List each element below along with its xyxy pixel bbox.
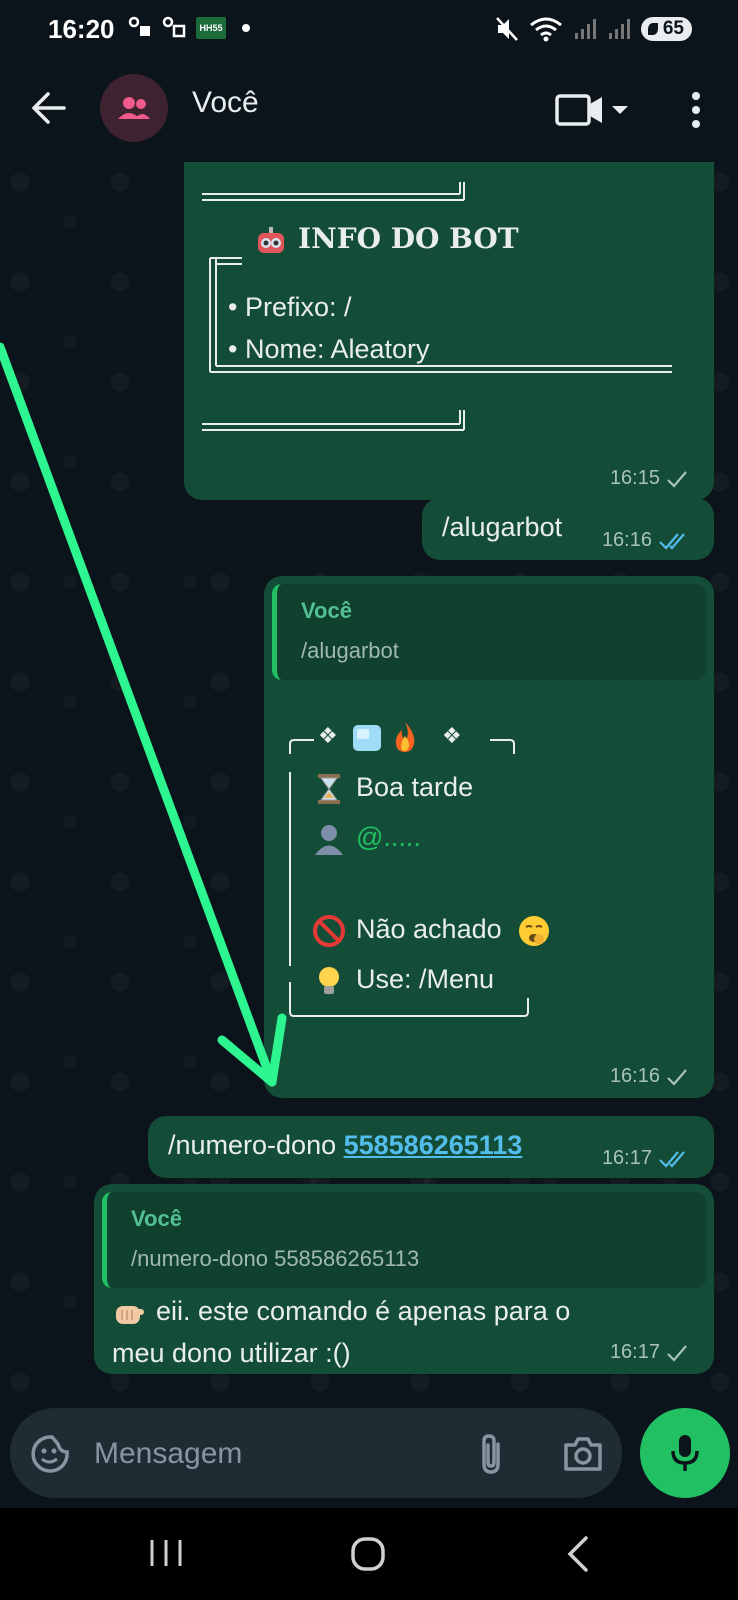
chat-title[interactable]: Você bbox=[192, 86, 259, 120]
microphone-icon bbox=[671, 1435, 699, 1471]
wifi-icon bbox=[529, 17, 562, 42]
message-input[interactable] bbox=[92, 1428, 436, 1480]
sticker-emoji-icon[interactable] bbox=[30, 1434, 70, 1474]
home-icon[interactable] bbox=[350, 1536, 386, 1572]
status-bar: 16:20 HH55 65 bbox=[0, 0, 738, 64]
link-icon bbox=[162, 16, 186, 38]
paperclip-icon[interactable] bbox=[476, 1432, 506, 1476]
annotation-arrow bbox=[0, 342, 287, 1087]
battery-indicator: 65 bbox=[640, 17, 692, 41]
chat-area[interactable]: INFO DO BOT • Prefixo: / • Nome: Aleator… bbox=[0, 162, 738, 1410]
back-arrow-icon[interactable] bbox=[28, 88, 68, 128]
signal-icon bbox=[608, 19, 630, 39]
system-nav-bar bbox=[0, 1508, 738, 1600]
link-icon bbox=[128, 16, 150, 36]
recent-apps-icon[interactable] bbox=[148, 1538, 184, 1568]
message-composer bbox=[10, 1408, 622, 1498]
mic-button[interactable] bbox=[640, 1408, 730, 1498]
notification-dot-icon bbox=[242, 24, 250, 32]
app-badge-icon: HH55 bbox=[196, 17, 226, 39]
mute-icon bbox=[495, 17, 518, 41]
nav-back-icon[interactable] bbox=[562, 1534, 592, 1574]
battery-level: 65 bbox=[662, 18, 684, 39]
status-time: 16:20 bbox=[48, 14, 115, 44]
more-options-icon[interactable] bbox=[676, 88, 716, 132]
group-icon bbox=[118, 97, 150, 119]
chat-header: Você bbox=[0, 64, 738, 162]
video-call-icon[interactable] bbox=[554, 90, 634, 130]
avatar[interactable] bbox=[100, 74, 168, 142]
signal-icon bbox=[574, 19, 596, 39]
camera-icon[interactable] bbox=[562, 1434, 604, 1474]
battery-saver-icon bbox=[647, 23, 658, 35]
